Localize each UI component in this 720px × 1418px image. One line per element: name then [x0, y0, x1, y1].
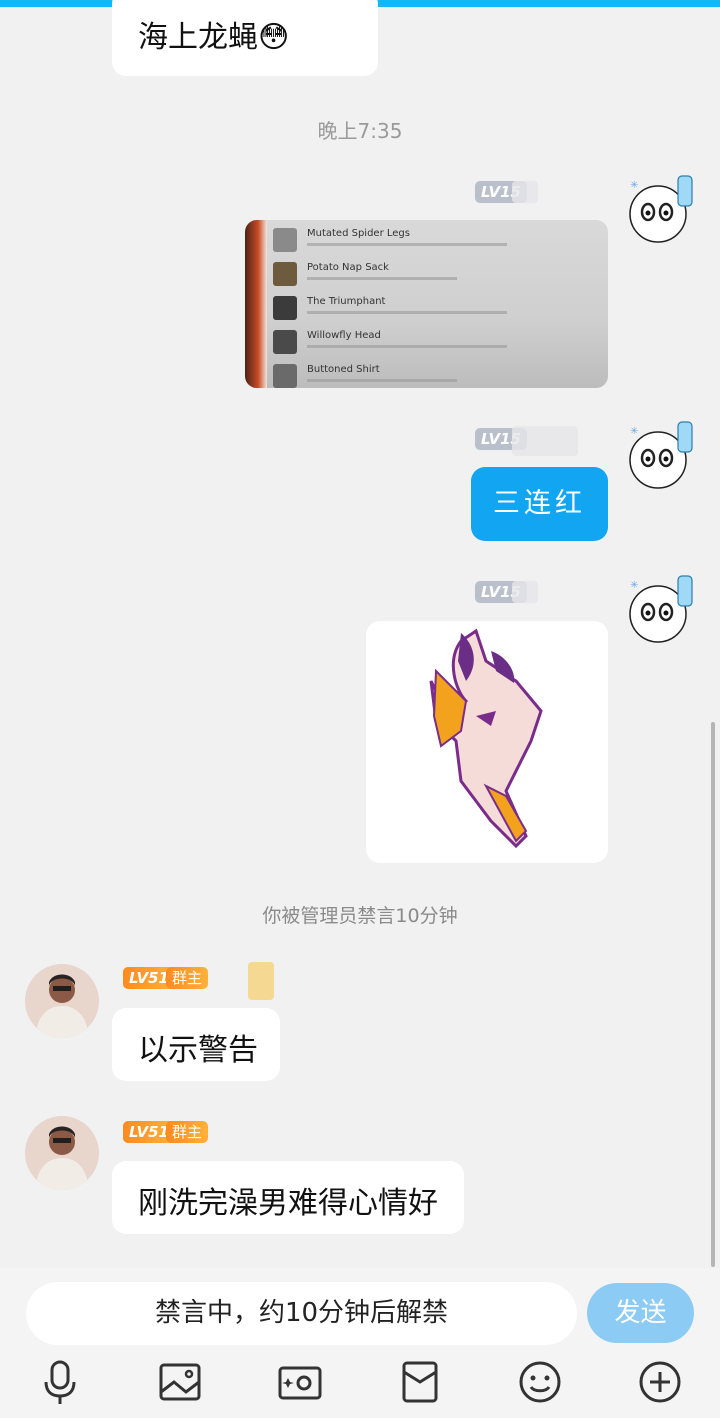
list-item: Mutated Spider Legs [273, 226, 603, 258]
image-icon[interactable] [156, 1358, 204, 1406]
user-avatar-ghost[interactable]: ✳ [622, 418, 700, 496]
item-subtext-line [307, 379, 457, 382]
message-text: 刚洗完澡男难得心情好 [138, 1186, 438, 1221]
item-icon [273, 296, 297, 320]
owner-role-badge: 群主 [166, 967, 209, 989]
emoji-icon[interactable] [516, 1358, 564, 1406]
list-item: Potato Nap Sack [273, 260, 603, 292]
item-icon [273, 330, 297, 354]
person-photo-icon [25, 1116, 99, 1190]
message-bubble-self[interactable]: 三连红 [471, 467, 608, 541]
list-item: The Triumphant [273, 294, 603, 326]
list-item: Willowfly Head [273, 328, 603, 360]
message-bubble-top[interactable]: 海上龙蝇😳 [112, 0, 378, 76]
item-icon [273, 364, 297, 388]
item-name: Potato Nap Sack [307, 262, 389, 273]
send-button[interactable]: 发送 [587, 1283, 694, 1343]
item-subtext-line [307, 277, 457, 280]
message-text: 以示警告 [138, 1033, 258, 1068]
microphone-icon[interactable] [36, 1358, 84, 1406]
member-avatar[interactable] [25, 1116, 99, 1190]
image-red-edge [245, 220, 267, 388]
user-avatar-ghost[interactable]: ✳ [622, 572, 700, 650]
person-photo-icon [25, 964, 99, 1038]
message-bubble-other[interactable]: 刚洗完澡男难得心情好 [112, 1161, 464, 1234]
name-redacted [512, 581, 538, 603]
svg-text:✳: ✳ [630, 180, 638, 191]
item-subtext-line [307, 243, 507, 246]
owner-role-badge: 群主 [166, 1121, 209, 1143]
plus-icon[interactable] [636, 1358, 684, 1406]
item-subtext-line [307, 311, 507, 314]
svg-text:✳: ✳ [630, 426, 638, 437]
system-notice: 你被管理员禁言10分钟 [262, 905, 458, 927]
camera-icon[interactable] [276, 1358, 324, 1406]
sticker-image[interactable] [366, 621, 608, 863]
item-name: Buttoned Shirt [307, 364, 380, 375]
item-icon [273, 262, 297, 286]
message-text: 海上龙蝇😳 [138, 20, 290, 55]
time-label: 晚上7:35 [317, 119, 403, 143]
item-icon [273, 228, 297, 252]
red-packet-icon[interactable] [396, 1358, 444, 1406]
sticker-character-icon [429, 628, 543, 849]
name-redacted [248, 962, 274, 1000]
message-bubble-other[interactable]: 以示警告 [112, 1008, 280, 1081]
item-list-image[interactable]: Mutated Spider Legs Potato Nap Sack The … [245, 220, 608, 388]
svg-text:✳: ✳ [630, 580, 638, 591]
scrollbar[interactable] [711, 722, 715, 1267]
item-name: Mutated Spider Legs [307, 228, 410, 239]
member-avatar[interactable] [25, 964, 99, 1038]
item-name: The Triumphant [307, 296, 386, 307]
item-subtext-line [307, 345, 507, 348]
message-input[interactable]: 禁言中，约10分钟后解禁 [26, 1282, 577, 1345]
list-item: Buttoned Shirt [273, 362, 603, 388]
name-redacted [512, 181, 538, 203]
user-avatar-ghost[interactable]: ✳ [622, 172, 700, 250]
item-name: Willowfly Head [307, 330, 381, 341]
name-redacted [512, 426, 578, 456]
